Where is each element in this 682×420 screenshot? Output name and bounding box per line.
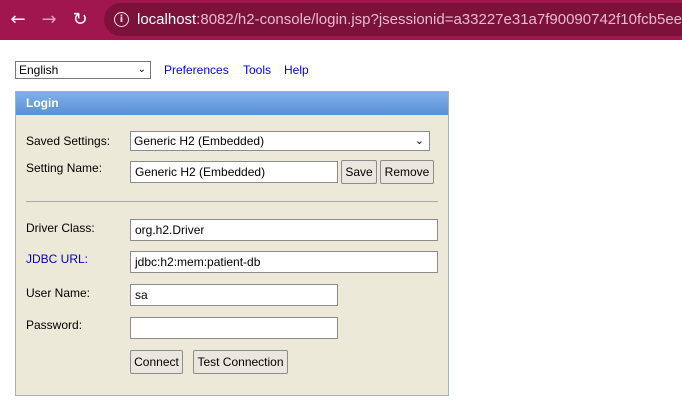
- setting-name-label: Setting Name:: [26, 161, 103, 175]
- browser-toolbar: ← → ↻ i localhost:8082/h2-console/login.…: [0, 0, 682, 40]
- address-bar[interactable]: i localhost:8082/h2-console/login.jsp?js…: [104, 3, 682, 36]
- save-button[interactable]: Save: [341, 160, 377, 184]
- user-name-label: User Name:: [26, 286, 91, 300]
- chevron-down-icon: ⌄: [414, 134, 424, 147]
- test-connection-button[interactable]: Test Connection: [193, 350, 288, 374]
- driver-class-label: Driver Class:: [26, 221, 95, 235]
- language-select-value: English: [19, 63, 59, 77]
- password-label: Password:: [26, 318, 83, 332]
- driver-class-input[interactable]: org.h2.Driver: [130, 219, 438, 241]
- url-text[interactable]: localhost:8082/h2-console/login.jsp?jses…: [137, 11, 682, 28]
- jdbc-url-link[interactable]: JDBC URL:: [26, 252, 88, 266]
- url-path: :8082/h2-console/login.jsp?jsessionid=a3…: [196, 11, 682, 28]
- preferences-link[interactable]: Preferences: [164, 63, 229, 77]
- user-name-input[interactable]: sa: [130, 284, 338, 306]
- saved-settings-label: Saved Settings:: [26, 134, 111, 148]
- reload-icon[interactable]: ↻: [68, 8, 92, 32]
- password-input[interactable]: [130, 317, 338, 339]
- saved-settings-value: Generic H2 (Embedded): [134, 134, 265, 148]
- chevron-down-icon: ⌄: [137, 64, 146, 75]
- back-icon[interactable]: ←: [6, 8, 30, 32]
- remove-button[interactable]: Remove: [380, 160, 434, 184]
- connect-button[interactable]: Connect: [130, 350, 183, 374]
- panel-title: Login: [16, 92, 448, 115]
- saved-settings-select[interactable]: Generic H2 (Embedded) ⌄: [130, 131, 430, 151]
- divider: [26, 201, 438, 202]
- setting-name-input[interactable]: Generic H2 (Embedded): [130, 161, 338, 183]
- info-icon[interactable]: i: [114, 12, 129, 27]
- help-link[interactable]: Help: [284, 63, 309, 77]
- jdbc-url-input[interactable]: jdbc:h2:mem:patient-db: [130, 251, 438, 273]
- language-select[interactable]: English ⌄: [15, 61, 151, 79]
- tools-link[interactable]: Tools: [243, 63, 271, 77]
- url-host: localhost: [137, 11, 197, 28]
- login-panel: Login Saved Settings: Generic H2 (Embedd…: [15, 91, 449, 396]
- forward-icon[interactable]: →: [37, 8, 61, 32]
